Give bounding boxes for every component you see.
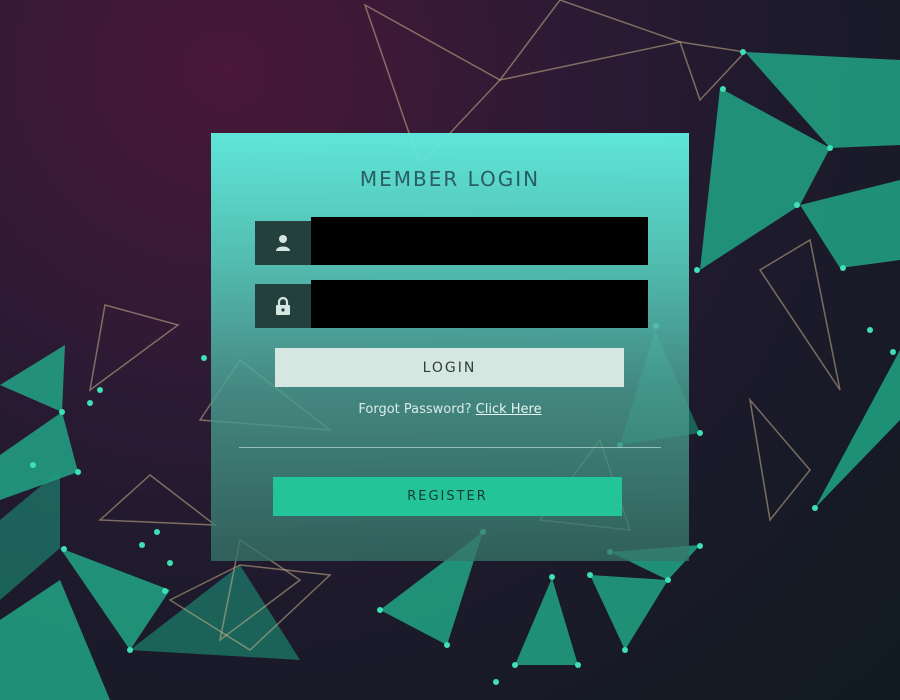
login-title: MEMBER LOGIN xyxy=(359,167,541,191)
divider xyxy=(239,447,661,448)
lock-icon xyxy=(255,284,311,328)
login-card: MEMBER LOGIN LOGIN Forgot Password? Clic… xyxy=(211,133,689,561)
register-button[interactable]: REGISTER xyxy=(273,477,622,516)
forgot-password-row: Forgot Password? Click Here xyxy=(211,402,689,417)
username-input[interactable] xyxy=(311,217,648,265)
forgot-password-link[interactable]: Click Here xyxy=(476,402,542,417)
user-icon xyxy=(255,221,311,265)
login-button[interactable]: LOGIN xyxy=(275,348,624,387)
forgot-password-text: Forgot Password? xyxy=(358,402,472,417)
password-input[interactable] xyxy=(311,280,648,328)
password-field xyxy=(255,280,648,328)
username-field xyxy=(255,217,648,265)
